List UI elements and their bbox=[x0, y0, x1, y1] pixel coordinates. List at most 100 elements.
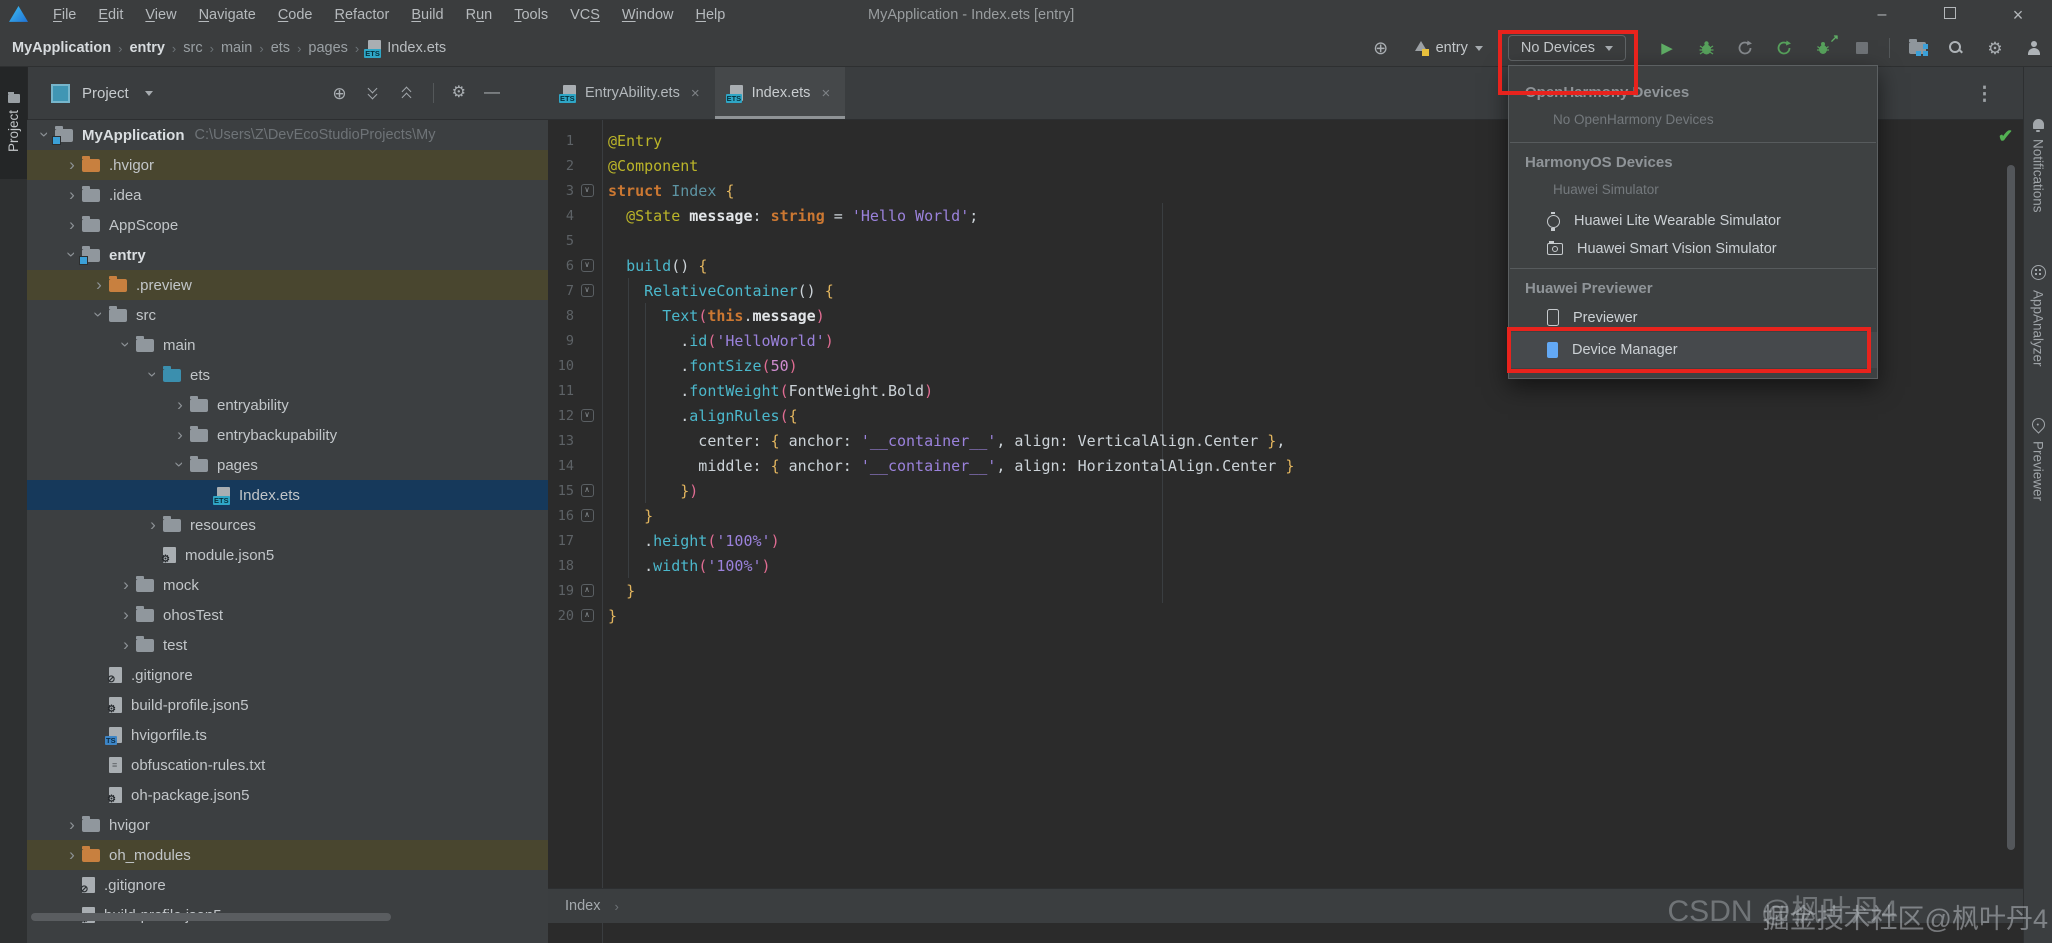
tree-row-hvigor[interactable]: ›hvigor bbox=[27, 810, 548, 840]
device-selector[interactable]: No Devices bbox=[1508, 35, 1626, 61]
tool-window-button-notifications[interactable]: Notifications bbox=[2031, 119, 2046, 213]
fold-close-icon[interactable]: ∧ bbox=[581, 509, 594, 522]
code-line[interactable]: 11 .fontWeight(FontWeight.Bold) bbox=[548, 378, 2024, 403]
menu-item-run[interactable]: Run bbox=[455, 0, 504, 30]
tree-chevron-icon[interactable]: › bbox=[62, 846, 82, 863]
tree-chevron-icon[interactable]: › bbox=[62, 186, 82, 203]
close-icon[interactable]: × bbox=[1984, 0, 2052, 30]
tree-row-mock[interactable]: ›mock bbox=[27, 570, 548, 600]
vertical-scrollbar[interactable] bbox=[2007, 165, 2015, 850]
code-line[interactable]: 15∧ }) bbox=[548, 478, 2024, 503]
debug-restart-button[interactable]: ↗ bbox=[1811, 36, 1835, 60]
fold-open-icon[interactable]: ∨ bbox=[581, 184, 594, 197]
target-icon[interactable]: ⊕ bbox=[1369, 36, 1393, 60]
tree-row-ohostest[interactable]: ›ohosTest bbox=[27, 600, 548, 630]
fold-open-icon[interactable]: ∨ bbox=[581, 284, 594, 297]
editor-tab-index-ets[interactable]: ETSIndex.ets× bbox=[715, 67, 846, 119]
menu-item-vcs[interactable]: VCS bbox=[559, 0, 611, 30]
tree-chevron-icon[interactable]: › bbox=[116, 636, 136, 653]
breadcrumb-item[interactable]: ets bbox=[269, 40, 292, 56]
settings-button[interactable]: ⚙ bbox=[1983, 36, 2007, 60]
tree-chevron-icon[interactable]: › bbox=[89, 276, 109, 293]
menu-item-tools[interactable]: Tools bbox=[503, 0, 559, 30]
menu-item-build[interactable]: Build bbox=[400, 0, 454, 30]
tree-chevron-icon[interactable]: › bbox=[64, 244, 81, 264]
menu-item-refactor[interactable]: Refactor bbox=[324, 0, 401, 30]
run-config-selector[interactable]: entry bbox=[1408, 40, 1489, 56]
fold-close-icon[interactable]: ∧ bbox=[581, 484, 594, 497]
code-line[interactable]: 13 center: { anchor: '__container__', al… bbox=[548, 428, 2024, 453]
locate-icon[interactable]: ⊕ bbox=[332, 85, 346, 102]
breadcrumb-item[interactable]: src bbox=[181, 40, 204, 56]
tree-chevron-icon[interactable]: › bbox=[91, 304, 108, 324]
menu-item-file[interactable]: File bbox=[42, 0, 87, 30]
code-line[interactable]: 17 .height('100%') bbox=[548, 528, 2024, 553]
code-line[interactable]: 14 middle: { anchor: '__container__', al… bbox=[548, 453, 2024, 478]
tool-window-button-previewer[interactable]: Previewer bbox=[2031, 418, 2046, 501]
tree-row--gitignore[interactable]: ⊘.gitignore bbox=[27, 660, 548, 690]
run-button[interactable]: ▶ bbox=[1655, 36, 1679, 60]
horizontal-scrollbar[interactable] bbox=[31, 913, 391, 921]
fold-close-icon[interactable]: ∧ bbox=[581, 609, 594, 622]
minimize-icon[interactable]: – bbox=[1848, 0, 1916, 30]
close-icon[interactable]: × bbox=[691, 85, 700, 102]
maximize-icon[interactable] bbox=[1916, 0, 1984, 30]
collapse-all-icon[interactable] bbox=[399, 85, 415, 101]
tree-row-resources[interactable]: ›resources bbox=[27, 510, 548, 540]
editor-tab-entryability-ets[interactable]: ETSEntryAbility.ets× bbox=[548, 67, 715, 119]
tree-chevron-icon[interactable]: › bbox=[172, 454, 189, 474]
code-line[interactable]: 20∧} bbox=[548, 603, 2024, 628]
menu-item-view[interactable]: View bbox=[134, 0, 187, 30]
tree-chevron-icon[interactable]: › bbox=[116, 606, 136, 623]
tree-row-myapplication[interactable]: ›MyApplicationC:\Users\Z\DevEcoStudioPro… bbox=[27, 120, 548, 150]
menu-item-help[interactable]: Help bbox=[684, 0, 736, 30]
code-line[interactable]: 16∧ } bbox=[548, 503, 2024, 528]
tree-row-oh-package-json5[interactable]: ⚙oh-package.json5 bbox=[27, 780, 548, 810]
tree-row-hvigorfile-ts[interactable]: TShvigorfile.ts bbox=[27, 720, 548, 750]
tree-row-appscope[interactable]: ›AppScope bbox=[27, 210, 548, 240]
tree-chevron-icon[interactable]: › bbox=[37, 124, 54, 144]
tree-row-obfuscation-rules-txt[interactable]: ≡obfuscation-rules.txt bbox=[27, 750, 548, 780]
expand-all-icon[interactable] bbox=[365, 85, 381, 101]
chevron-down-icon[interactable] bbox=[145, 91, 153, 96]
tree-chevron-icon[interactable]: › bbox=[143, 516, 163, 533]
tree-row-index-ets[interactable]: ETSIndex.ets bbox=[27, 480, 548, 510]
menu-item-window[interactable]: Window bbox=[611, 0, 685, 30]
tree-row-main[interactable]: ›main bbox=[27, 330, 548, 360]
tree-row--preview[interactable]: ›.preview bbox=[27, 270, 548, 300]
breadcrumb-item[interactable]: MyApplication bbox=[10, 40, 113, 56]
restart-app-button[interactable] bbox=[1772, 36, 1796, 60]
tree-row-oh_modules[interactable]: ›oh_modules bbox=[27, 840, 548, 870]
tree-row--idea[interactable]: ›.idea bbox=[27, 180, 548, 210]
code-line[interactable]: 12∨ .alignRules({ bbox=[548, 403, 2024, 428]
tree-row-build-profile-json5[interactable]: ⚙build-profile.json5 bbox=[27, 690, 548, 720]
tree-chevron-icon[interactable]: › bbox=[62, 156, 82, 173]
tree-chevron-icon[interactable]: › bbox=[62, 816, 82, 833]
sidebar-tab-project[interactable]: Project bbox=[0, 67, 27, 179]
tree-chevron-icon[interactable]: › bbox=[62, 216, 82, 233]
device-file-browser-button[interactable] bbox=[1905, 36, 1929, 60]
tree-chevron-icon[interactable]: › bbox=[170, 426, 190, 443]
tree-row-pages[interactable]: ›pages bbox=[27, 450, 548, 480]
editor-breadcrumb-item[interactable]: Index bbox=[565, 898, 600, 914]
fold-open-icon[interactable]: ∨ bbox=[581, 409, 594, 422]
tree-row-entrybackupability[interactable]: ›entrybackupability bbox=[27, 420, 548, 450]
fold-close-icon[interactable]: ∧ bbox=[581, 584, 594, 597]
menu-item-code[interactable]: Code bbox=[267, 0, 324, 30]
tree-row-ets[interactable]: ›ets bbox=[27, 360, 548, 390]
tree-row-src[interactable]: ›src bbox=[27, 300, 548, 330]
profile-button[interactable] bbox=[2022, 36, 2046, 60]
tree-row-entryability[interactable]: ›entryability bbox=[27, 390, 548, 420]
tree-row-module-json5[interactable]: ⚙module.json5 bbox=[27, 540, 548, 570]
gear-icon[interactable]: ⚙ bbox=[452, 85, 466, 101]
attach-debugger-button[interactable] bbox=[1733, 36, 1757, 60]
menu-item-device-manager[interactable]: Device Manager bbox=[1509, 332, 1877, 368]
hide-panel-icon[interactable]: — bbox=[484, 85, 500, 101]
breadcrumb-item[interactable]: entry bbox=[127, 40, 166, 56]
menu-item-huawei-lite-wearable-simulator[interactable]: Huawei Lite Wearable Simulator bbox=[1509, 207, 1877, 235]
tree-row--gitignore[interactable]: ⊘.gitignore bbox=[27, 870, 548, 900]
breadcrumb-item[interactable]: pages bbox=[306, 40, 350, 56]
tree-row-entry[interactable]: ›entry bbox=[27, 240, 548, 270]
menu-item-navigate[interactable]: Navigate bbox=[188, 0, 267, 30]
stop-button[interactable] bbox=[1850, 36, 1874, 60]
